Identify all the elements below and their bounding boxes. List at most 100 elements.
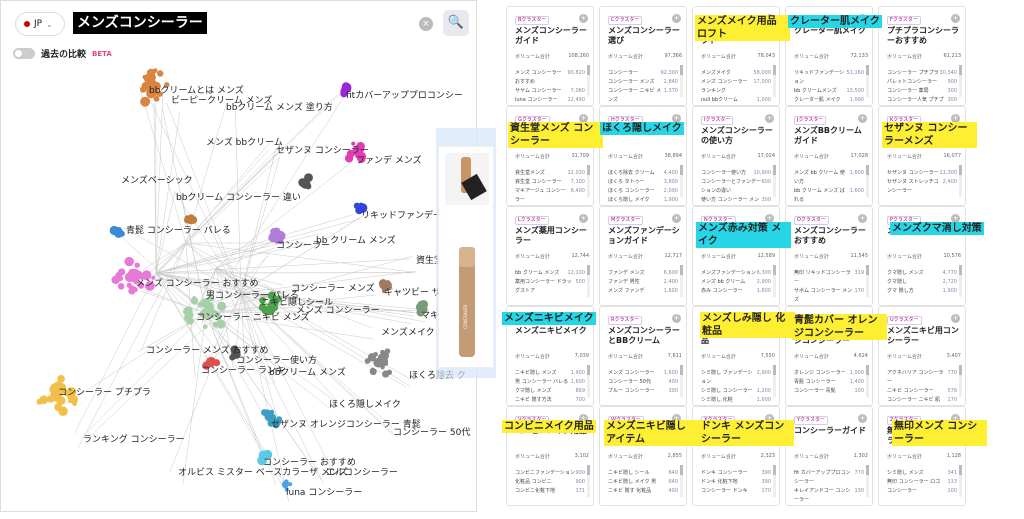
add-icon[interactable]: + [579, 14, 588, 23]
card-scrollbar[interactable] [587, 165, 590, 197]
keyword-row[interactable]: fit カバーアッププロコンシーラー 770 [794, 469, 864, 487]
graph-node[interactable] [134, 262, 140, 268]
graph-node[interactable] [190, 297, 199, 305]
cluster-card[interactable]: Oクラスター + メンズコンシーラーおすすめ ボリューム合計 11,545 無印 リキッド… [785, 206, 873, 306]
graph-node[interactable] [55, 397, 62, 404]
keyword-row[interactable]: クレーター肌 メイク 1,090 [794, 96, 864, 105]
graph-label[interactable]: コンシーラー おすすめ [263, 457, 356, 468]
add-icon[interactable]: + [672, 14, 681, 23]
graph-label[interactable]: luna コンシーラー [286, 487, 362, 498]
graph-label[interactable]: コンシーラー ニキビ メンズ [196, 311, 310, 323]
keyword-row[interactable]: コンビニファンデーション 900 [515, 469, 585, 478]
keyword-row[interactable]: ニキビ隠し メンズ 1,900 [515, 369, 585, 378]
graph-label[interactable]: メンズメイク [381, 326, 435, 338]
cluster-card[interactable]: Pクラスター+メンズクマ消し対策ボリューム合計10,576クマ隠し メンズ4,7… [878, 206, 966, 306]
keyword-row[interactable]: コンシーラー 92,300 [608, 69, 678, 78]
graph-node[interactable] [369, 368, 377, 376]
keyword-row[interactable]: メンズメイク 58,000 [701, 69, 771, 78]
graph-node[interactable] [367, 353, 377, 362]
cluster-card[interactable]: Rクラスター + メンズコンシーラーとBBクリーム ボリューム合計 7,611 メンズ コ… [599, 306, 687, 406]
keyword-row[interactable]: ほくろ除去 クリーム 4,400 [608, 169, 678, 178]
keyword-row[interactable]: 資生堂 コンシーラー 7,100 [515, 178, 585, 187]
graph-node[interactable] [188, 214, 195, 221]
graph-node[interactable] [117, 283, 125, 290]
keyword-row[interactable]: luna コンシーラー 12,490 [515, 96, 585, 105]
card-scrollbar[interactable] [587, 365, 590, 397]
keyword-row[interactable]: 赤み コンシーラー 1,600 [701, 287, 771, 296]
graph-node[interactable] [304, 181, 309, 187]
keyword-row[interactable]: コンシーラー 50代 400 [608, 378, 678, 387]
keyword-row[interactable]: ニキビ隠し メイク 男 640 [608, 478, 678, 487]
graph-node[interactable] [152, 68, 158, 73]
keyword-row[interactable]: サヤム コンシーラー 7,060 [515, 87, 585, 96]
keyword-row[interactable]: メンズ コンシーラー ランキング 17,000 [701, 78, 771, 96]
card-scrollbar[interactable] [959, 165, 962, 197]
card-scrollbar[interactable] [680, 65, 683, 97]
keyword-row[interactable]: シミ隠し コンシーラー 1,200 [701, 387, 771, 396]
keyword-row[interactable]: パレットコンシーラー 900 [887, 78, 957, 87]
cluster-card[interactable]: Gクラスター+資生堂メンズコンシーラーボリューム合計31,709資生堂メンズ12… [506, 106, 594, 206]
compare-toggle[interactable] [13, 48, 35, 59]
keyword-row[interactable]: オレンジ コンシーラー 1,000 [794, 369, 864, 378]
keyword-row[interactable]: シミ隠し 化粧 1,600 [701, 396, 771, 405]
card-scrollbar[interactable] [959, 365, 962, 397]
keyword-row[interactable]: 男 コンシーラー バレる 1,600 [515, 378, 585, 387]
card-scrollbar[interactable] [773, 65, 776, 97]
card-scrollbar[interactable] [680, 265, 683, 297]
keyword-row[interactable]: コンシーラー使い方 10,900 [701, 169, 771, 178]
card-scrollbar[interactable] [680, 365, 683, 397]
graph-label[interactable]: bbクリーム メンズ [269, 366, 346, 378]
graph-label[interactable]: ほくろ隠しメイク [329, 398, 401, 410]
keyword-row[interactable]: bb クリームメンズ 13,500 [794, 87, 864, 96]
graph-node[interactable] [124, 256, 134, 267]
keyword-row[interactable]: コンシーラー ドンキ 170 [701, 487, 771, 496]
cluster-card[interactable]: Iクラスター + メンズコンシーラーの使い方 ボリューム合計 17,024 コンシーラー使… [692, 106, 780, 206]
keyword-row[interactable]: コンシーラー人気 プチプラ300 [887, 96, 957, 105]
graph-node[interactable] [140, 86, 147, 93]
card-scrollbar[interactable] [866, 465, 869, 497]
graph-node[interactable] [382, 370, 390, 378]
add-icon[interactable]: + [765, 114, 774, 123]
keyword-row[interactable]: クマ隠し メンズ 4,770 [887, 269, 957, 278]
card-scrollbar[interactable] [773, 465, 776, 497]
cluster-card[interactable]: Mクラスター + メンズファンデーションガイド ボリューム合計 12,717 ファンデ メ… [599, 206, 687, 306]
keyword-row[interactable]: ブルー コンシーラー 300 [608, 387, 678, 396]
keyword-row[interactable]: ファンデ 男性 2,400 [608, 278, 678, 287]
keyword-row[interactable]: マキアージュ コンシーラー 6,400 [515, 187, 585, 205]
graph-node[interactable] [378, 279, 388, 288]
keyword-row[interactable]: コンシーラー メンズ 2,840 [608, 78, 678, 87]
keyword-row[interactable]: 無印 コンシーラー ロゴ 133 [887, 478, 957, 487]
keyword-row[interactable]: 薬用コンシーラー ドラッグストア 500 [515, 278, 585, 296]
keyword-row[interactable]: ファンデ メンズ 6,600 [608, 269, 678, 278]
keyword-row[interactable]: コンシーラー ニキビ メンズ 1,370 [608, 87, 678, 105]
keyword-row[interactable]: ニキビ 隠す方法 700 [515, 396, 585, 405]
cluster-graph[interactable]: bbクリームとは メンズ ビーピークリーム メンズ bbクリーム メンズ 塗り方 fi… [1, 63, 478, 513]
graph-label[interactable]: コンシーラー 50代 [393, 427, 470, 438]
keyword-row[interactable]: サボム コンシーラー メンズ 170 [794, 287, 864, 305]
keyword-row[interactable]: bb クリーム メンズ 12,100 [515, 269, 585, 278]
card-scrollbar[interactable] [587, 465, 590, 497]
graph-label[interactable]: コンシーラー メンズ おすすめ [146, 344, 269, 356]
keyword-row[interactable]: キレイアンドコー コンシーラー 130 [794, 487, 864, 505]
graph-node[interactable] [184, 313, 193, 322]
graph-node[interactable] [270, 227, 279, 237]
graph-node[interactable] [157, 70, 164, 77]
keyword-row[interactable]: 無印 リキッドコンシーラー 319 [794, 269, 864, 287]
keyword-row[interactable]: セザンヌ コンシーラー 11,300 [887, 169, 957, 178]
add-icon[interactable]: + [858, 214, 867, 223]
add-icon[interactable]: + [579, 214, 588, 223]
cluster-card[interactable]: Hクラスター+ほくろ隠しメイクボリューム合計38,894ほくろ除去 クリーム4,… [599, 106, 687, 206]
card-scrollbar[interactable] [866, 265, 869, 297]
keyword-row[interactable]: シミ隠し ファンデーション 2,900 [701, 369, 771, 387]
keyword-row[interactable]: ニキビ 隠す 化粧品 400 [608, 487, 678, 496]
cluster-card[interactable]: Fクラスター + プチプラコンシーラーおすすめ ボリューム合計 61,213 コンシーラー… [878, 6, 966, 106]
graph-label[interactable]: bbクリームとは メンズ [149, 84, 244, 96]
graph-label[interactable]: ファンデ メンズ [356, 154, 422, 166]
card-scrollbar[interactable] [773, 365, 776, 397]
keyword-row[interactable]: 使い方 コンシーラー メンズ300 [701, 196, 771, 205]
graph-label[interactable]: fitカバーアッププロコンシー [346, 90, 463, 101]
cluster-card[interactable]: Jクラスター + メンズBBクリームガイド ボリューム合計 17,028 メンズ bb ク… [785, 106, 873, 206]
graph-label[interactable]: コンシーラー使い方 [236, 354, 317, 366]
keyword-row[interactable]: クマ 隠し方 1,900 [887, 287, 957, 296]
graph-label[interactable]: オルビス ミスター ベースカラーザ メンズ [178, 466, 348, 478]
